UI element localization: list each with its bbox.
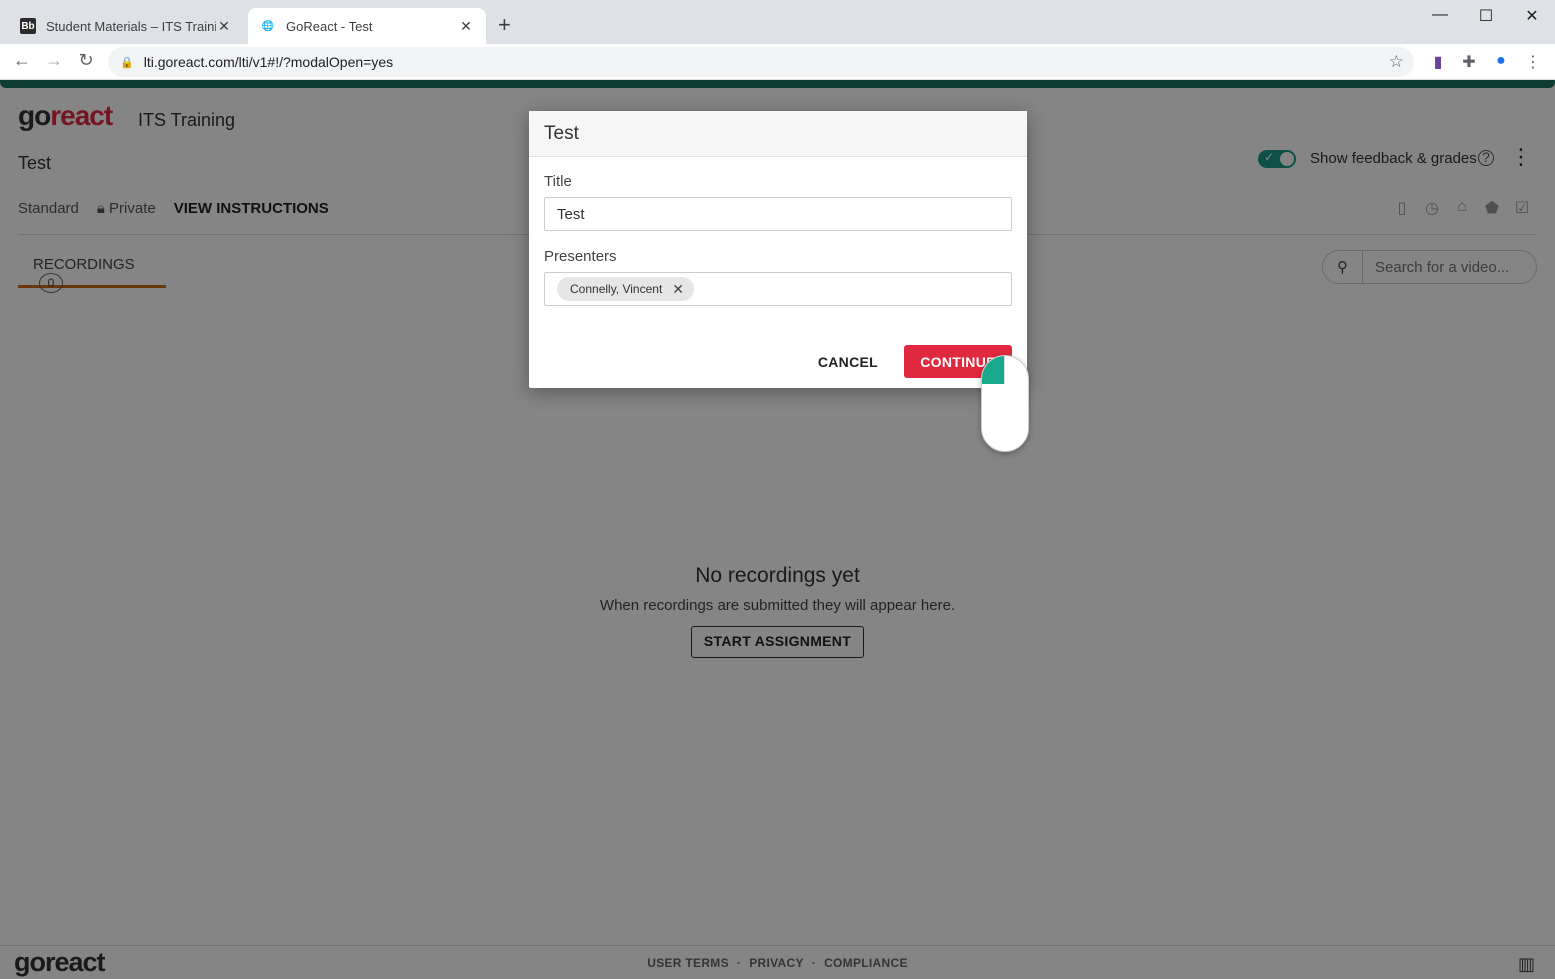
address-bar[interactable]: 🔒 lti.goreact.com/lti/v1#!/?modalOpen=ye… (108, 47, 1414, 77)
extension-icon[interactable]: ▮ (1428, 52, 1448, 72)
close-tab-icon[interactable]: ✕ (458, 18, 474, 35)
close-window-icon[interactable]: ✕ (1520, 6, 1544, 26)
reload-icon[interactable]: ↻ (74, 50, 98, 71)
close-tab-icon[interactable]: ✕ (216, 18, 232, 35)
browser-tab-goreact[interactable]: 🌐 GoReact - Test ✕ (248, 8, 486, 44)
presenters-field: Presenters Connelly, Vincent ✕ (544, 248, 1012, 306)
title-input[interactable] (544, 197, 1012, 231)
presenters-input[interactable]: Connelly, Vincent ✕ (544, 272, 1012, 306)
maximize-window-icon[interactable]: ☐ (1474, 6, 1498, 26)
recording-setup-dialog: Test Title Presenters Connelly, Vincent … (529, 111, 1027, 388)
new-tab-plus-icon[interactable]: + (498, 14, 511, 36)
left-mouse-button-highlight (982, 356, 1004, 384)
globe-icon: 🌐 (261, 20, 275, 32)
presenter-chip: Connelly, Vincent ✕ (557, 277, 695, 301)
browser-toolbar: ← → ↻ 🔒 lti.goreact.com/lti/v1#!/?modalO… (0, 44, 1555, 80)
url-text: lti.goreact.com/lti/v1#!/?modalOpen=yes (143, 54, 394, 70)
profile-avatar-icon[interactable]: ● (1491, 52, 1511, 70)
back-arrow-icon[interactable]: ← (10, 50, 34, 71)
minimize-window-icon[interactable]: — (1428, 6, 1452, 24)
browser-tab-strip: Bb Student Materials – ITS Training ✕ 🌐 … (0, 0, 1555, 44)
lock-icon: 🔒 (120, 56, 134, 69)
remove-presenter-icon[interactable]: ✕ (672, 281, 684, 298)
tab-title: Student Materials – ITS Training (46, 18, 216, 34)
title-label: Title (544, 173, 572, 190)
tab-title: GoReact - Test (286, 18, 373, 34)
puzzle-extensions-icon[interactable]: ✚ (1459, 52, 1479, 72)
bookmark-star-icon[interactable]: ☆ (1389, 52, 1404, 72)
forward-arrow-icon[interactable]: → (42, 50, 66, 71)
cancel-button[interactable]: CANCEL (818, 354, 878, 370)
dialog-title: Test (529, 111, 1027, 157)
browser-tab-student-materials[interactable]: Bb Student Materials – ITS Training ✕ (8, 8, 244, 44)
mouse-button-divider (1004, 356, 1005, 384)
dialog-body: Title Presenters Connelly, Vincent ✕ (529, 157, 1027, 306)
presenters-label: Presenters (544, 248, 617, 265)
mouse-click-illustration (981, 355, 1029, 452)
browser-menu-icon[interactable]: ⋮ (1523, 52, 1543, 72)
blackboard-favicon-icon: Bb (20, 18, 36, 34)
